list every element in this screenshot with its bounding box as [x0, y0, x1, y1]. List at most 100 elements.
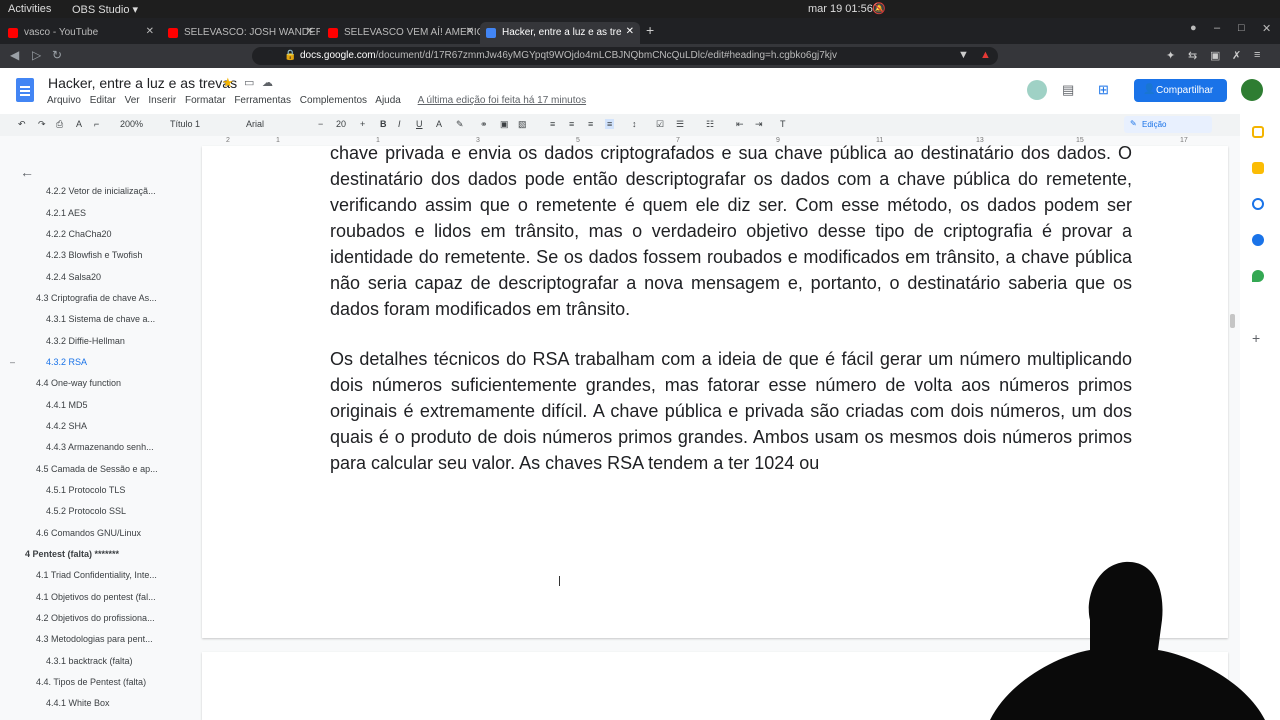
link-icon[interactable]: ⚭	[480, 119, 488, 130]
outline-item[interactable]: 4.4.1 MD5	[46, 400, 88, 410]
checklist-icon[interactable]: ☑	[656, 119, 664, 130]
forward-icon[interactable]: ▷	[32, 48, 41, 62]
outline-item[interactable]: 4.2.1 AES	[46, 208, 86, 218]
outline-item[interactable]: 4.1 Triad Confidentiality, Inte...	[36, 570, 157, 580]
back-arrow-icon[interactable]: ←	[20, 164, 34, 180]
menu-ferramentas[interactable]: Ferramentas	[234, 95, 291, 106]
outline-item[interactable]: 4.6 Comandos GNU/Linux	[36, 528, 141, 538]
font-size-input[interactable]: 20	[336, 119, 346, 129]
google-docs-icon[interactable]	[16, 78, 34, 102]
paragraph[interactable]: Os detalhes técnicos do RSA trabalham co…	[330, 346, 1132, 476]
tools-icon[interactable]: ✗	[1232, 49, 1241, 62]
menu-formatar[interactable]: Formatar	[185, 95, 226, 106]
italic-icon[interactable]: I	[398, 119, 401, 129]
outline-item[interactable]: 4.4. Tipos de Pentest (falta)	[36, 677, 146, 687]
star-icon[interactable]: ★	[222, 75, 234, 91]
style-select[interactable]: Título 1	[170, 119, 200, 129]
add-addon-icon[interactable]: +	[1252, 330, 1260, 346]
outline-item[interactable]: 4.2 Objetivos do profissiona...	[36, 613, 155, 623]
brave-rewards-icon[interactable]: ▲	[980, 49, 991, 61]
clock[interactable]: mar 19 01:56	[808, 3, 873, 15]
underline-icon[interactable]: U	[416, 119, 423, 129]
clear-formatting-icon[interactable]: T	[780, 119, 786, 129]
outline-item[interactable]: 4.5.2 Protocolo SSL	[46, 506, 126, 516]
font-size-decrease[interactable]: −	[318, 119, 323, 129]
outline-item[interactable]: 4.3.2 Diffie-Hellman	[46, 336, 125, 346]
scrollbar-thumb[interactable]	[1230, 314, 1235, 328]
last-edit-link[interactable]: A última edição foi feita há 17 minutos	[418, 95, 586, 106]
contacts-icon[interactable]	[1252, 234, 1264, 246]
tab-selevasco-vem[interactable]: SELEVASCO VEM AÍ! AMERIC ✕	[322, 22, 480, 44]
menu-complementos[interactable]: Complementos	[300, 95, 367, 106]
minimize-button[interactable]: –	[1214, 22, 1220, 34]
increase-indent-icon[interactable]: ⇥	[755, 119, 763, 130]
tasks-icon[interactable]	[1252, 198, 1264, 210]
bulleted-list-icon[interactable]: ☰	[676, 119, 684, 130]
paragraph[interactable]: chave privada e envia os dados criptogra…	[330, 140, 1132, 322]
highlight-icon[interactable]: ✎	[456, 119, 464, 130]
meet-icon[interactable]	[1027, 80, 1047, 100]
undo-icon[interactable]: ↶	[18, 119, 26, 130]
decrease-indent-icon[interactable]: ⇤	[736, 119, 744, 130]
maps-icon[interactable]	[1252, 270, 1264, 282]
font-size-increase[interactable]: +	[360, 119, 365, 129]
present-icon[interactable]: ⊞	[1098, 82, 1109, 98]
menu-ver[interactable]: Ver	[125, 95, 140, 106]
comments-icon[interactable]: ▤	[1062, 82, 1074, 98]
comment-icon[interactable]: ▣	[500, 119, 509, 130]
browser-menu-icon[interactable]: ≡	[1254, 49, 1260, 61]
avatar[interactable]	[1241, 79, 1263, 101]
outline-item[interactable]: 4.3 Criptografia de chave As...	[36, 293, 157, 303]
bold-icon[interactable]: B	[380, 119, 387, 129]
keep-icon[interactable]	[1252, 126, 1264, 138]
calendar-icon[interactable]	[1252, 162, 1264, 174]
move-folder-icon[interactable]: ▭	[244, 76, 254, 89]
numbered-list-icon[interactable]: ☷	[706, 119, 714, 130]
notification-off-icon[interactable]: 🔕	[872, 2, 886, 15]
back-icon[interactable]: ◀	[10, 48, 19, 62]
menu-ajuda[interactable]: Ajuda	[375, 95, 401, 106]
outline-item[interactable]: 4.5 Camada de Sessão e ap...	[36, 464, 158, 474]
outline-item[interactable]: 4.2.4 Salsa20	[46, 272, 101, 282]
outline-item[interactable]: 4.4.2 SHA	[46, 421, 87, 431]
align-right-icon[interactable]: ≡	[588, 119, 593, 129]
cloud-saved-icon[interactable]: ☁	[262, 76, 273, 89]
url-input[interactable]: 🔒 docs.google.com/document/d/17R67zmmJw4…	[252, 47, 998, 65]
align-center-icon[interactable]: ≡	[569, 119, 574, 129]
activities-button[interactable]: Activities	[8, 3, 51, 15]
outline-item[interactable]: 4.3.1 backtrack (falta)	[46, 656, 133, 666]
paint-format-icon[interactable]: ⌐	[94, 119, 99, 129]
reload-icon[interactable]: ↻	[52, 48, 62, 62]
menu-editar[interactable]: Editar	[90, 95, 116, 106]
outline-item[interactable]: 4.5.1 Protocolo TLS	[46, 485, 125, 495]
align-left-icon[interactable]: ≡	[550, 119, 555, 129]
outline-item[interactable]: 4.3.1 Sistema de chave a...	[46, 314, 155, 324]
redo-icon[interactable]: ↷	[38, 119, 46, 130]
outline-item[interactable]: 4.4 One-way function	[36, 378, 121, 388]
zoom-select[interactable]: 200%	[120, 119, 143, 129]
tab-selevasco-josh[interactable]: SELEVASCO: JOSH WANDER ✕	[162, 22, 320, 44]
app-menu[interactable]: OBS Studio ▾	[72, 3, 138, 16]
image-icon[interactable]: ▧	[518, 119, 527, 130]
close-icon[interactable]: ✕	[466, 26, 474, 37]
share-button[interactable]: 👤 Compartilhar	[1134, 79, 1227, 102]
outline-item-selected[interactable]: 4.3.2 RSA	[46, 357, 87, 367]
print-icon[interactable]: ⎙	[56, 119, 63, 130]
editing-mode-select[interactable]: ✎ Edição	[1124, 116, 1212, 133]
text-color-icon[interactable]: A	[436, 119, 442, 129]
brave-shield-icon[interactable]: ▼	[958, 49, 969, 61]
maximize-button[interactable]: □	[1238, 22, 1245, 34]
vpn-icon[interactable]: ⇆	[1188, 49, 1197, 62]
document-title[interactable]: Hacker, entre a luz e as trevas	[48, 75, 237, 91]
font-select[interactable]: Arial	[246, 119, 264, 129]
menu-inserir[interactable]: Inserir	[148, 95, 176, 106]
outline-item[interactable]: 4.4.3 Armazenando senh...	[46, 442, 154, 452]
close-icon[interactable]: ✕	[146, 26, 154, 37]
extensions-icon[interactable]: ✦	[1166, 49, 1175, 62]
profile-icon[interactable]: ●	[1190, 22, 1197, 34]
new-tab-button[interactable]: +	[646, 22, 654, 38]
outline-item[interactable]: 4.4.1 White Box	[46, 698, 110, 708]
tab-google-doc[interactable]: Hacker, entre a luz e as tre ✕	[480, 22, 640, 44]
outline-item[interactable]: 4.2.3 Blowfish e Twofish	[46, 250, 142, 260]
close-icon[interactable]: ✕	[306, 26, 314, 37]
